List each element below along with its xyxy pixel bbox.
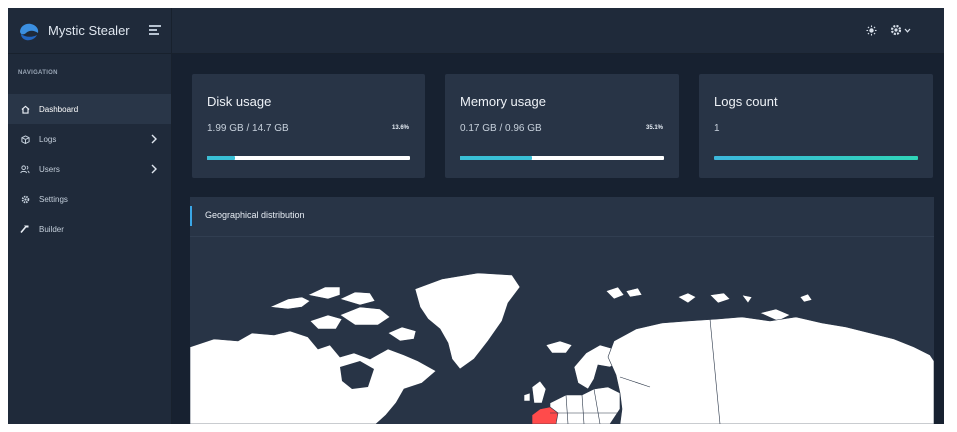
gear-icon xyxy=(20,194,30,204)
main-content: Disk usage 1.99 GB / 14.7 GB 13.6% Memor… xyxy=(172,54,944,424)
chevron-right-icon xyxy=(151,164,157,174)
sidebar-item-label: Logs xyxy=(39,134,57,144)
card-title: Disk usage xyxy=(207,94,272,109)
sidebar-item-logs[interactable]: Logs xyxy=(8,124,171,154)
chevron-down-icon xyxy=(904,28,911,33)
disk-usage-card: Disk usage 1.99 GB / 14.7 GB 13.6% xyxy=(192,74,425,178)
settings-icon xyxy=(890,24,902,36)
card-value: 0.17 GB / 0.96 GB xyxy=(460,123,542,134)
app-name: Mystic Stealer xyxy=(48,23,130,38)
logo-icon xyxy=(20,23,39,40)
progress-bar xyxy=(460,156,664,160)
sidebar-item-label: Builder xyxy=(39,224,64,234)
card-value: 1 xyxy=(714,123,720,134)
brand[interactable]: Mystic Stealer xyxy=(8,8,171,54)
chevron-right-icon xyxy=(151,134,157,144)
memory-usage-card: Memory usage 0.17 GB / 0.96 GB 35.1% xyxy=(445,74,679,178)
progress-fill xyxy=(714,156,918,160)
sidebar-item-label: Dashboard xyxy=(39,104,79,114)
panel-title: Geographical distribution xyxy=(205,210,305,220)
settings-dropdown[interactable] xyxy=(890,24,911,36)
sidebar-item-settings[interactable]: Settings xyxy=(8,184,171,214)
users-icon xyxy=(20,164,30,174)
sun-icon[interactable] xyxy=(866,25,877,36)
card-title: Logs count xyxy=(714,94,778,109)
world-map[interactable] xyxy=(190,237,934,424)
sidebar-item-dashboard[interactable]: Dashboard xyxy=(8,94,171,124)
sidebar-item-builder[interactable]: Builder xyxy=(8,214,171,244)
topbar xyxy=(172,8,944,54)
cube-icon xyxy=(20,134,30,144)
sidebar: Mystic Stealer NAVIGATION Dashboard Logs… xyxy=(8,8,172,424)
home-icon xyxy=(20,104,30,114)
hammer-icon xyxy=(20,224,30,234)
sidebar-item-label: Users xyxy=(39,164,60,174)
card-title: Memory usage xyxy=(460,94,546,109)
sidebar-item-label: Settings xyxy=(39,194,68,204)
card-percent: 35.1% xyxy=(645,125,663,131)
app-window: Mystic Stealer NAVIGATION Dashboard Logs… xyxy=(8,8,944,424)
panel-accent xyxy=(190,206,192,226)
geo-distribution-panel: Geographical distribution xyxy=(190,197,934,424)
sidebar-item-users[interactable]: Users xyxy=(8,154,171,184)
progress-fill xyxy=(460,156,532,160)
nav-heading: NAVIGATION xyxy=(18,70,58,76)
menu-toggle-icon[interactable] xyxy=(149,25,161,35)
card-value: 1.99 GB / 14.7 GB xyxy=(207,123,289,134)
card-percent: 13.6% xyxy=(391,125,409,131)
logs-count-card: Logs count 1 xyxy=(699,74,933,178)
panel-header: Geographical distribution xyxy=(190,197,934,237)
progress-bar xyxy=(714,156,918,160)
progress-bar xyxy=(207,156,410,160)
progress-fill xyxy=(207,156,235,160)
